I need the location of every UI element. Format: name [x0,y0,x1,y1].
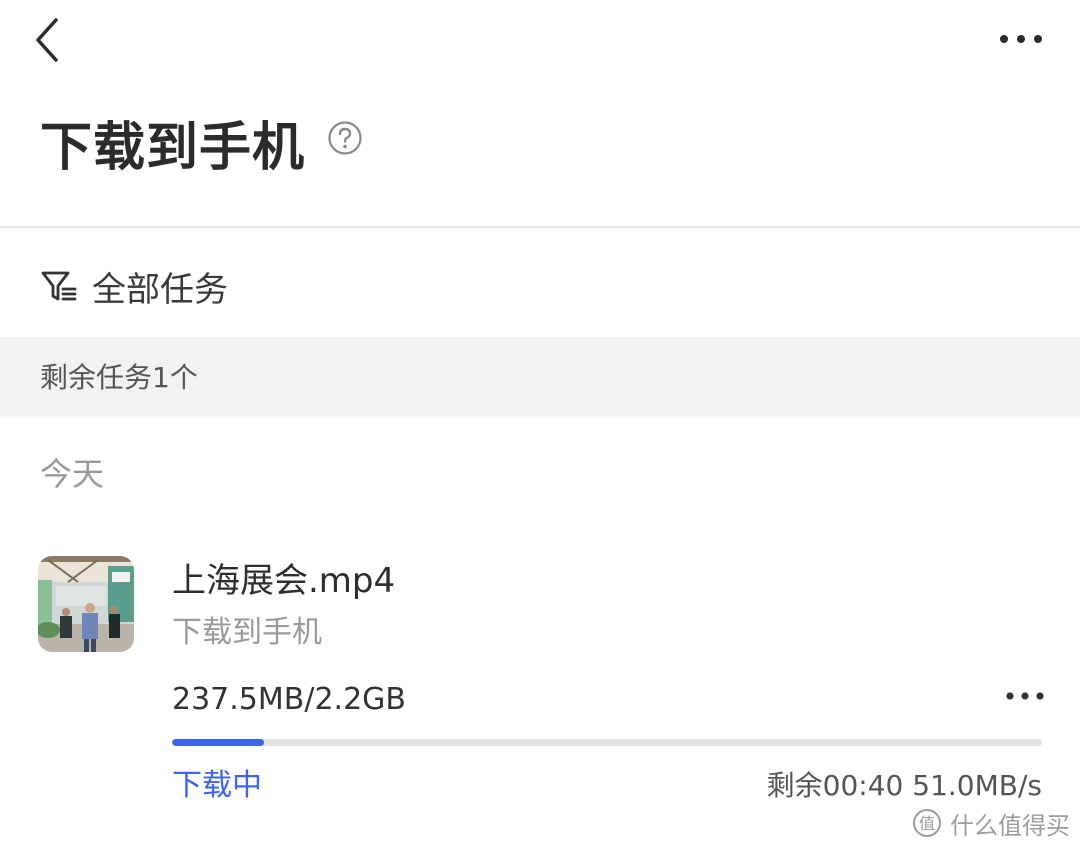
back-arrow-icon [36,18,58,62]
help-button[interactable] [327,120,363,156]
more-dots-icon [1006,692,1044,700]
size-progress-text: 237.5MB/2.2GB [172,682,406,717]
date-group-label: 今天 [40,455,105,493]
item-more-button[interactable] [1004,684,1046,708]
file-name: 上海展会.mp4 [172,561,396,601]
more-dots-icon [1000,35,1042,43]
remaining-time-speed: 剩余00:40 51.0MB/s [766,769,1042,802]
header-divider [0,226,1080,228]
download-destination: 下载到手机 [172,615,322,650]
progress-bar [172,739,1042,746]
remaining-tasks-label: 剩余任务1个 [40,361,198,394]
top-bar [0,0,1080,90]
more-options-button[interactable] [996,26,1050,52]
task-filter[interactable]: 全部任务 [40,258,228,314]
help-icon [328,121,362,155]
filter-label: 全部任务 [92,269,228,310]
back-button[interactable] [32,16,68,64]
page-title: 下载到手机 [40,118,306,178]
filter-icon [41,271,77,301]
watermark-text: 什么值得买 [950,811,1070,840]
svg-text:值: 值 [919,814,935,833]
video-thumbnail[interactable] [38,556,134,652]
watermark-logo-icon: 值 [913,809,941,837]
download-status[interactable]: 下载中 [172,765,262,807]
watermark: 值 什么值得买 [912,806,1070,840]
progress-fill [172,739,265,746]
